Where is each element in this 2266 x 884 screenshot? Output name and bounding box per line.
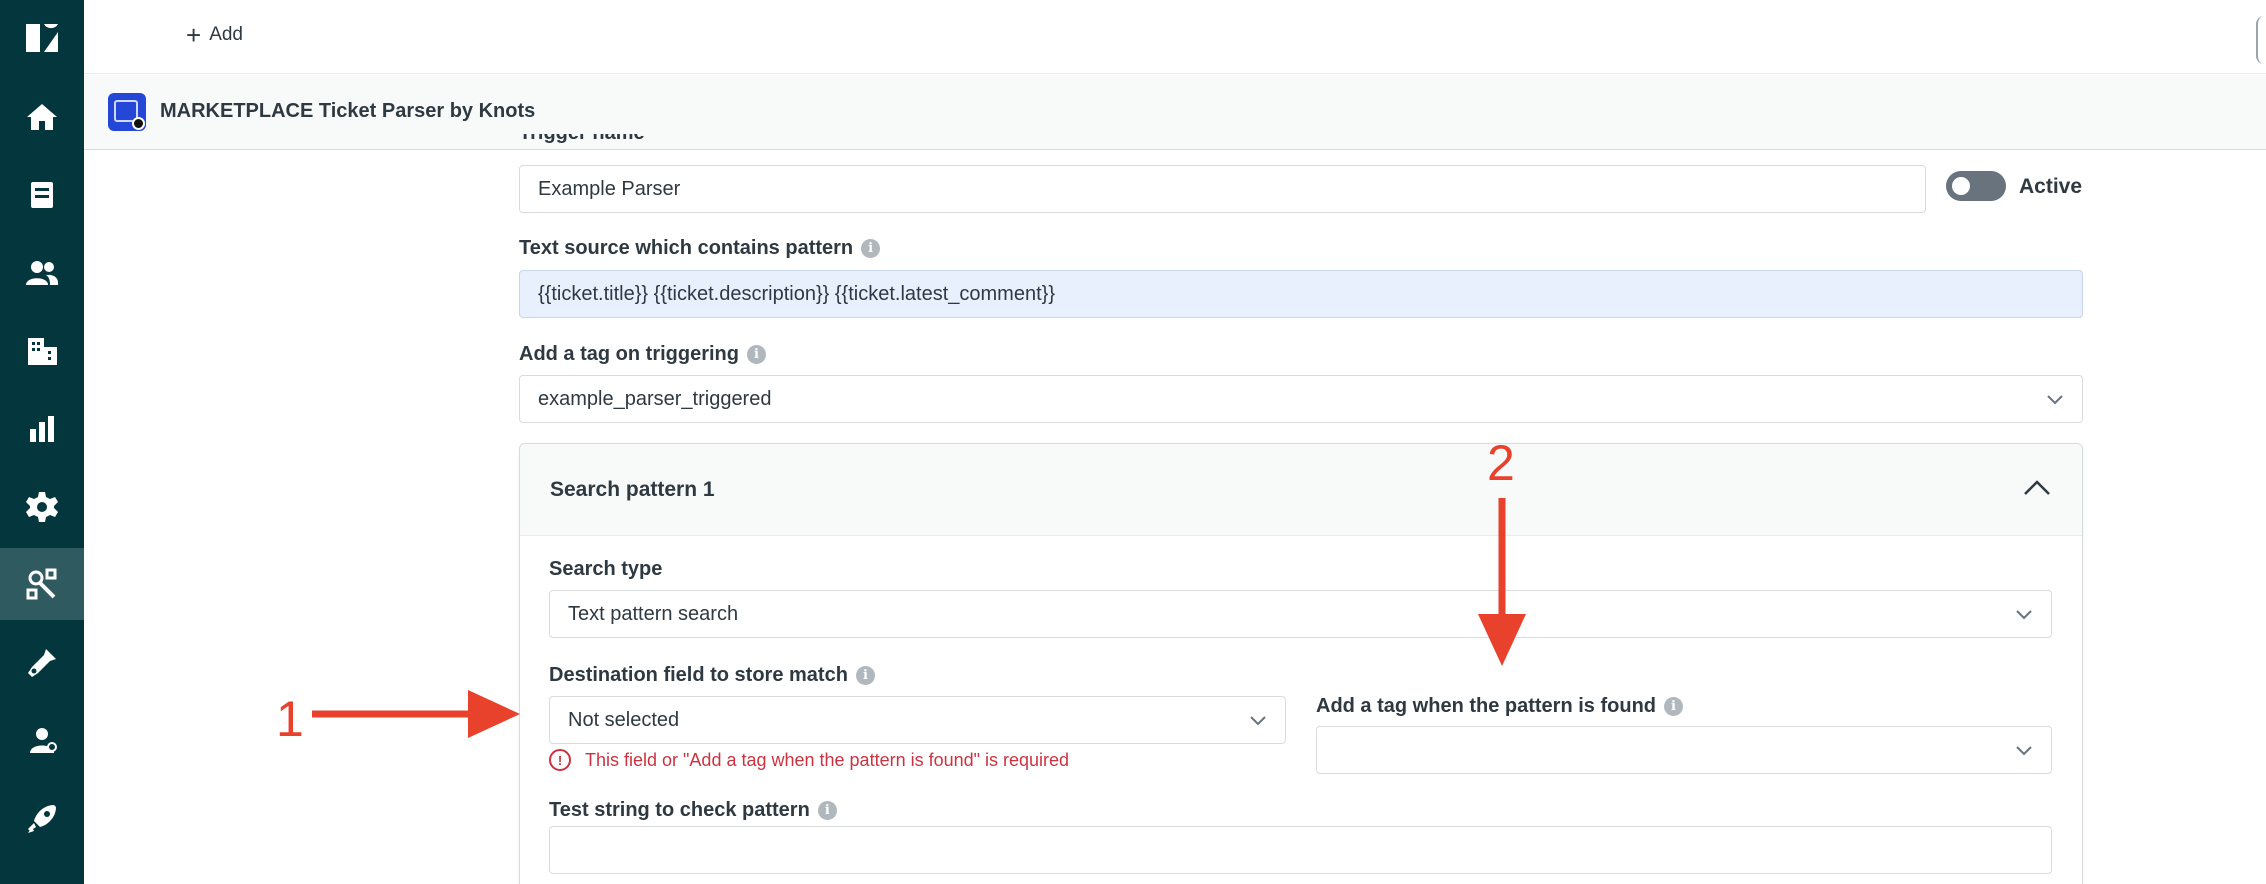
info-icon[interactable]: i bbox=[1664, 697, 1683, 716]
search-type-label: Search type bbox=[549, 558, 663, 580]
chevron-down-icon bbox=[2015, 605, 2033, 623]
reporting-icon[interactable] bbox=[0, 393, 84, 465]
apps-icon[interactable] bbox=[0, 548, 84, 620]
plus-icon: + bbox=[186, 20, 202, 50]
info-icon[interactable]: i bbox=[817, 801, 837, 820]
text-source-input[interactable]: {{ticket.title}} {{ticket.description}} … bbox=[519, 270, 2083, 318]
chevron-down-icon bbox=[2015, 741, 2033, 759]
test-string-input[interactable] bbox=[549, 826, 2052, 874]
validation-error-text: This field or "Add a tag when the patter… bbox=[585, 749, 1070, 770]
rocket-icon[interactable] bbox=[0, 783, 84, 855]
tag-found-label: Add a tag when the pattern is found i bbox=[1316, 695, 1683, 718]
app-tool-icon[interactable] bbox=[0, 627, 84, 699]
add-tag-value: example_parser_triggered bbox=[538, 387, 772, 410]
logo-icon[interactable] bbox=[0, 2, 84, 74]
test-string-label: Test string to check pattern i bbox=[549, 799, 837, 822]
chevron-down-icon bbox=[2046, 390, 2064, 408]
search-type-value: Text pattern search bbox=[568, 602, 739, 625]
destination-field-select[interactable]: Not selected bbox=[549, 696, 1286, 744]
app-title: MARKETPLACE Ticket Parser by Knots bbox=[160, 100, 536, 122]
arrow-1-head bbox=[468, 690, 520, 738]
destination-field-label: Destination field to store match i bbox=[549, 664, 875, 687]
add-button-label: Add bbox=[209, 24, 243, 45]
validation-error: ! This field or "Add a tag when the patt… bbox=[549, 749, 1069, 771]
app-integration-icon[interactable] bbox=[0, 705, 84, 777]
customers-icon[interactable] bbox=[0, 237, 84, 309]
alert-icon: ! bbox=[549, 749, 571, 771]
info-icon[interactable]: i bbox=[861, 239, 881, 258]
app-logo-icon bbox=[108, 93, 146, 131]
trigger-name-input[interactable]: Example Parser bbox=[519, 165, 1926, 213]
scroll-edge bbox=[2256, 16, 2266, 64]
annotation-number-1: 1 bbox=[276, 691, 304, 747]
destination-field-value: Not selected bbox=[568, 708, 680, 731]
active-toggle[interactable] bbox=[1946, 171, 2006, 201]
chevron-down-icon bbox=[1249, 711, 1267, 729]
text-source-label: Text source which contains pattern i bbox=[519, 237, 881, 260]
chevron-up-icon[interactable] bbox=[2022, 476, 2052, 500]
add-tag-select[interactable]: example_parser_triggered bbox=[519, 375, 2083, 423]
trigger-name-label: Trigger name bbox=[519, 134, 679, 148]
organizations-icon[interactable] bbox=[0, 315, 84, 387]
tag-found-select[interactable] bbox=[1316, 726, 2052, 774]
home-icon[interactable] bbox=[0, 81, 84, 153]
add-button[interactable]: + Add bbox=[186, 22, 243, 48]
admin-gear-icon[interactable] bbox=[0, 471, 84, 543]
info-icon[interactable]: i bbox=[855, 666, 875, 685]
search-pattern-header[interactable]: Search pattern 1 bbox=[520, 444, 2082, 536]
search-type-select[interactable]: Text pattern search bbox=[549, 590, 2052, 638]
views-icon[interactable] bbox=[0, 159, 84, 231]
top-bar: + Add bbox=[84, 0, 2266, 74]
app-header: MARKETPLACE Ticket Parser by Knots bbox=[84, 75, 2266, 150]
info-icon[interactable]: i bbox=[747, 345, 766, 364]
sidebar bbox=[0, 0, 84, 884]
add-tag-label: Add a tag on triggering i bbox=[519, 343, 766, 366]
search-pattern-title: Search pattern 1 bbox=[550, 478, 715, 501]
active-label: Active bbox=[2019, 175, 2083, 198]
annotation-number-2: 2 bbox=[1487, 435, 1515, 491]
